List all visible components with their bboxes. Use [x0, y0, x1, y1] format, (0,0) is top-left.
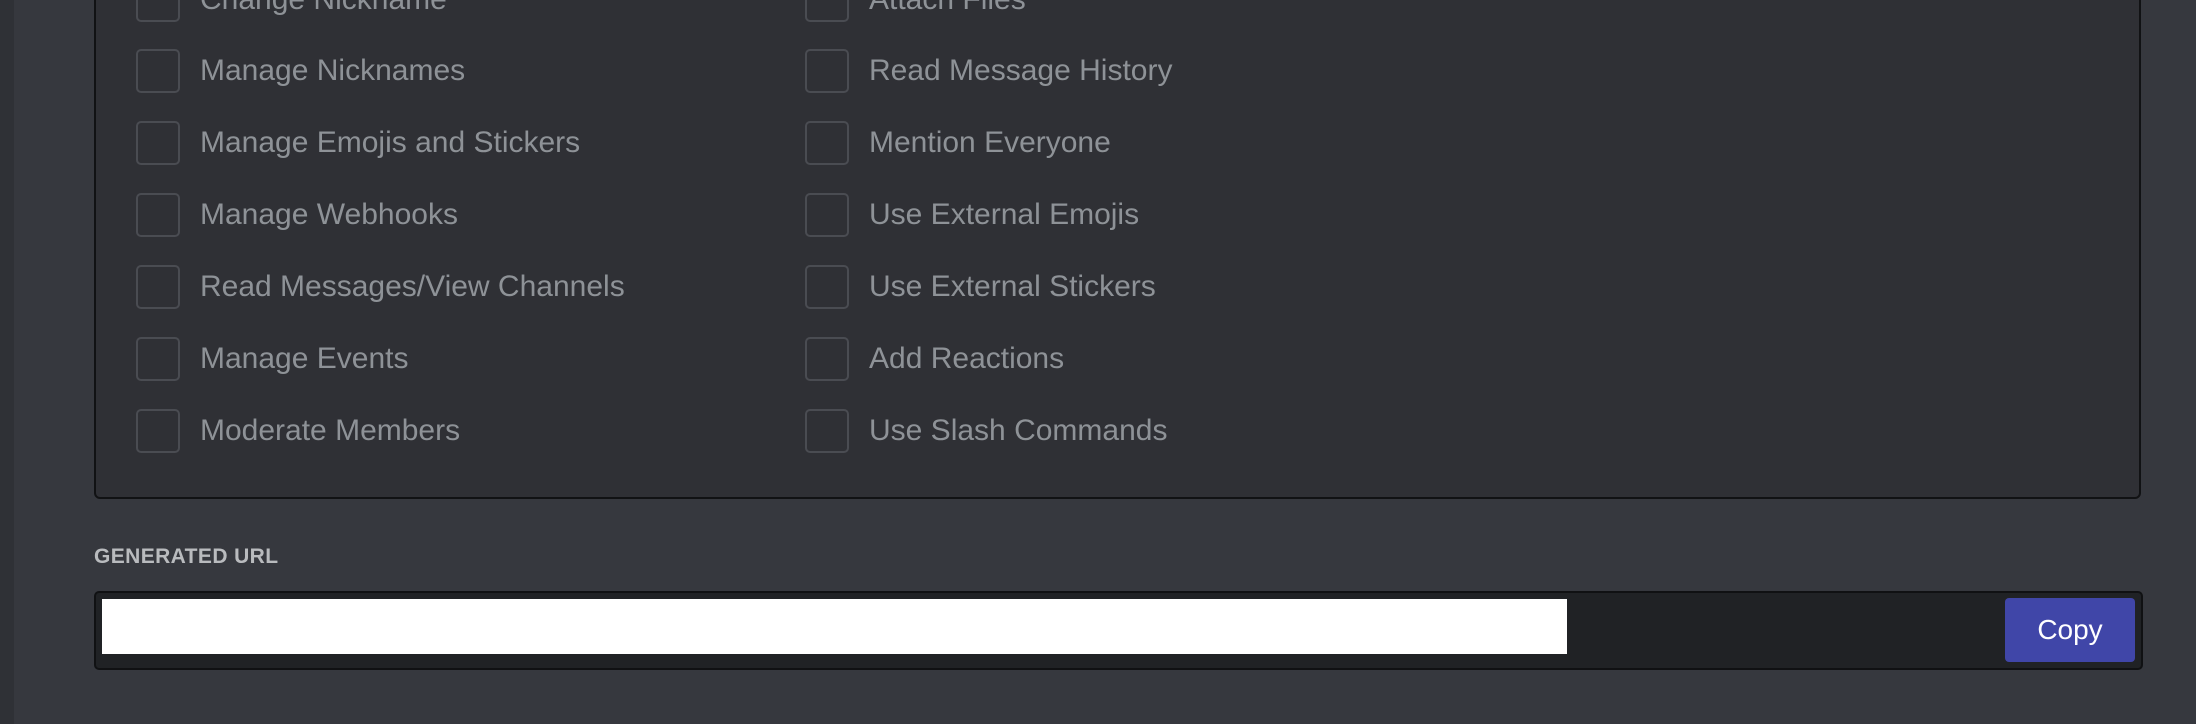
checkbox[interactable]	[805, 409, 849, 453]
permission-label: Add Reactions	[869, 342, 1065, 375]
permission-label: Mention Everyone	[869, 126, 1111, 159]
bot-permissions-page: Change Nickname Manage Nicknames Manage …	[0, 0, 2196, 724]
permission-change-nickname[interactable]: Change Nickname	[136, 0, 447, 23]
permission-moderate-members[interactable]: Moderate Members	[136, 408, 460, 454]
permission-label: Manage Nicknames	[200, 54, 466, 87]
checkbox[interactable]	[805, 49, 849, 93]
permission-read-messages[interactable]: Read Messages/View Channels	[136, 264, 625, 310]
generated-url-heading: GENERATED URL	[94, 545, 279, 568]
checkbox[interactable]	[136, 337, 180, 381]
left-sidebar-edge	[0, 0, 14, 724]
generated-url-container: Copy	[94, 591, 2143, 670]
checkbox[interactable]	[136, 49, 180, 93]
permission-manage-events[interactable]: Manage Events	[136, 336, 408, 382]
permission-manage-emojis-stickers[interactable]: Manage Emojis and Stickers	[136, 120, 580, 166]
permission-label: Attach Files	[869, 0, 1026, 17]
checkbox[interactable]	[805, 265, 849, 309]
permission-manage-webhooks[interactable]: Manage Webhooks	[136, 192, 458, 238]
permission-label: Change Nickname	[200, 0, 447, 17]
generated-url-input[interactable]	[102, 599, 1567, 654]
permission-label: Use External Emojis	[869, 198, 1140, 231]
permissions-panel: Change Nickname Manage Nicknames Manage …	[94, 0, 2141, 499]
checkbox[interactable]	[136, 121, 180, 165]
copy-button[interactable]: Copy	[2005, 598, 2135, 662]
permission-label: Read Messages/View Channels	[200, 270, 625, 303]
checkbox[interactable]	[136, 265, 180, 309]
permission-manage-nicknames[interactable]: Manage Nicknames	[136, 48, 465, 94]
checkbox[interactable]	[805, 337, 849, 381]
checkbox[interactable]	[136, 0, 180, 22]
permission-attach-files[interactable]: Attach Files	[805, 0, 1026, 23]
checkbox[interactable]	[136, 409, 180, 453]
permission-label: Moderate Members	[200, 414, 461, 447]
permission-label: Read Message History	[869, 54, 1173, 87]
permission-add-reactions[interactable]: Add Reactions	[805, 336, 1064, 382]
checkbox[interactable]	[805, 0, 849, 22]
permission-label: Manage Emojis and Stickers	[200, 126, 581, 159]
permission-label: Manage Webhooks	[200, 198, 458, 231]
permission-use-external-stickers[interactable]: Use External Stickers	[805, 264, 1156, 310]
checkbox[interactable]	[805, 193, 849, 237]
permission-read-message-history[interactable]: Read Message History	[805, 48, 1172, 94]
checkbox[interactable]	[805, 121, 849, 165]
checkbox[interactable]	[136, 193, 180, 237]
permission-mention-everyone[interactable]: Mention Everyone	[805, 120, 1111, 166]
permission-use-slash-commands[interactable]: Use Slash Commands	[805, 408, 1167, 454]
permission-label: Use Slash Commands	[869, 414, 1168, 447]
permission-label: Use External Stickers	[869, 270, 1156, 303]
permission-use-external-emojis[interactable]: Use External Emojis	[805, 192, 1139, 238]
permission-label: Manage Events	[200, 342, 409, 375]
